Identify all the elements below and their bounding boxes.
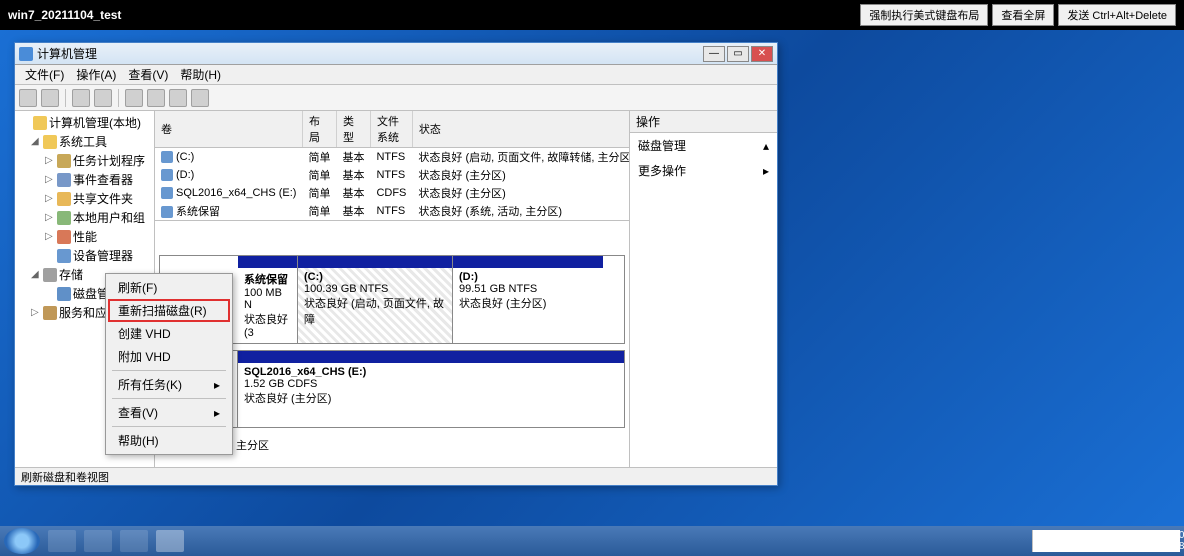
partition-system[interactable]: 系统保留 100 MB N 状态良好 (3 — [238, 256, 298, 343]
cad-button[interactable]: 发送 Ctrl+Alt+Delete — [1058, 4, 1176, 26]
titlebar[interactable]: 计算机管理 — ▭ ✕ — [15, 43, 777, 65]
actions-header: 操作 — [630, 111, 777, 133]
tree-users[interactable]: ▷本地用户和组 — [17, 208, 152, 227]
tb-icon[interactable] — [125, 89, 143, 107]
chevron-up-icon: ▴ — [763, 139, 769, 153]
maximize-button[interactable]: ▭ — [727, 46, 749, 62]
back-icon[interactable] — [19, 89, 37, 107]
start-button[interactable] — [4, 528, 40, 554]
volume-icon — [161, 169, 173, 181]
partition-d[interactable]: (D:) 99.51 GB NTFS 状态良好 (主分区) — [453, 256, 603, 343]
menu-action[interactable]: 操作(A) — [70, 66, 122, 83]
table-row[interactable]: (D:)简单基本NTFS状态良好 (主分区)99.51 GB — [155, 166, 629, 184]
col-fs[interactable]: 文件系统 — [370, 111, 412, 148]
col-layout[interactable]: 布局 — [302, 111, 336, 148]
chevron-right-icon: ▸ — [214, 378, 220, 392]
ctx-refresh[interactable]: 刷新(F) — [108, 276, 230, 299]
tb-icon[interactable] — [169, 89, 187, 107]
partition-c[interactable]: (C:) 100.39 GB NTFS 状态良好 (启动, 页面文件, 故障 — [298, 256, 453, 343]
volume-icon — [161, 206, 173, 218]
ctx-attach-vhd[interactable]: 附加 VHD — [108, 345, 230, 368]
col-volume[interactable]: 卷 — [155, 111, 302, 148]
taskbar-explorer-icon[interactable] — [84, 530, 112, 552]
col-type[interactable]: 类型 — [336, 111, 370, 148]
taskbar: 14:20 2021/12/8 — [0, 526, 1184, 556]
partition-e[interactable]: SQL2016_x64_CHS (E:) 1.52 GB CDFS 状态良好 (… — [238, 351, 624, 427]
tree-task-scheduler[interactable]: ▷任务计划程序 — [17, 151, 152, 170]
tray-icon[interactable] — [1118, 534, 1132, 548]
menu-file[interactable]: 文件(F) — [19, 66, 70, 83]
volume-table: 卷 布局 类型 文件系统 状态 容量 (C:)简单基本NTFS状态良好 (启动,… — [155, 111, 629, 221]
volume-icon — [161, 187, 173, 199]
ctx-view[interactable]: 查看(V)▸ — [108, 401, 230, 424]
statusbar: 刷新磁盘和卷视图 — [15, 467, 777, 485]
tree-root[interactable]: 计算机管理(本地) — [17, 113, 152, 132]
tray-icon[interactable] — [1084, 534, 1098, 548]
tb-icon[interactable] — [94, 89, 112, 107]
taskbar-chrome-icon[interactable] — [120, 530, 148, 552]
tray-icon[interactable] — [1033, 534, 1047, 548]
tree-event-viewer[interactable]: ▷事件查看器 — [17, 170, 152, 189]
tree-shared[interactable]: ▷共享文件夹 — [17, 189, 152, 208]
menu-help[interactable]: 帮助(H) — [174, 66, 227, 83]
menu-view[interactable]: 查看(V) — [122, 66, 174, 83]
tree-devmgr[interactable]: 设备管理器 — [17, 246, 152, 265]
fullscreen-button[interactable]: 查看全屏 — [992, 4, 1054, 26]
tray-icon[interactable] — [1050, 534, 1064, 548]
remote-header: win7_20211104_test 强制执行美式键盘布局 查看全屏 发送 Ct… — [0, 0, 1184, 30]
actions-group[interactable]: 磁盘管理▴ — [630, 133, 777, 158]
remote-buttons: 强制执行美式键盘布局 查看全屏 发送 Ctrl+Alt+Delete — [860, 4, 1176, 26]
chevron-right-icon: ▸ — [214, 406, 220, 420]
actions-more[interactable]: 更多操作▸ — [630, 158, 777, 183]
tree-perf[interactable]: ▷性能 — [17, 227, 152, 246]
volume-icon — [161, 151, 173, 163]
table-row[interactable]: SQL2016_x64_CHS (E:)简单基本CDFS状态良好 (主分区)1.… — [155, 184, 629, 202]
menubar: 文件(F) 操作(A) 查看(V) 帮助(H) — [15, 65, 777, 85]
app-icon — [19, 47, 33, 61]
taskbar-ie-icon[interactable] — [48, 530, 76, 552]
remote-title: win7_20211104_test — [8, 8, 121, 22]
ctx-rescan[interactable]: 重新扫描磁盘(R) — [108, 299, 230, 322]
minimize-button[interactable]: — — [703, 46, 725, 62]
clock[interactable]: 14:20 2021/12/8 — [1136, 530, 1184, 552]
tray-icon[interactable] — [1101, 534, 1115, 548]
ctx-help[interactable]: 帮助(H) — [108, 429, 230, 452]
toolbar — [15, 85, 777, 111]
tray-icon[interactable] — [1067, 534, 1081, 548]
context-menu: 刷新(F) 重新扫描磁盘(R) 创建 VHD 附加 VHD 所有任务(K)▸ 查… — [105, 273, 233, 455]
kbd-layout-button[interactable]: 强制执行美式键盘布局 — [860, 4, 988, 26]
col-status[interactable]: 状态 — [412, 111, 629, 148]
chevron-right-icon: ▸ — [763, 164, 769, 178]
ctx-create-vhd[interactable]: 创建 VHD — [108, 322, 230, 345]
ctx-all-tasks[interactable]: 所有任务(K)▸ — [108, 373, 230, 396]
tb-icon[interactable] — [191, 89, 209, 107]
fwd-icon[interactable] — [41, 89, 59, 107]
window-title: 计算机管理 — [37, 45, 97, 62]
tree-system-tools[interactable]: ◢系统工具 — [17, 132, 152, 151]
taskbar-compmgmt-icon[interactable] — [156, 530, 184, 552]
system-tray[interactable] — [1033, 534, 1132, 548]
table-row[interactable]: (C:)简单基本NTFS状态良好 (启动, 页面文件, 故障转储, 主分区)10… — [155, 148, 629, 167]
tb-icon[interactable] — [72, 89, 90, 107]
close-button[interactable]: ✕ — [751, 46, 773, 62]
actions-pane: 操作 磁盘管理▴ 更多操作▸ — [629, 111, 777, 467]
tb-icon[interactable] — [147, 89, 165, 107]
table-row[interactable]: 系统保留简单基本NTFS状态良好 (系统, 活动, 主分区)100 MB — [155, 202, 629, 220]
